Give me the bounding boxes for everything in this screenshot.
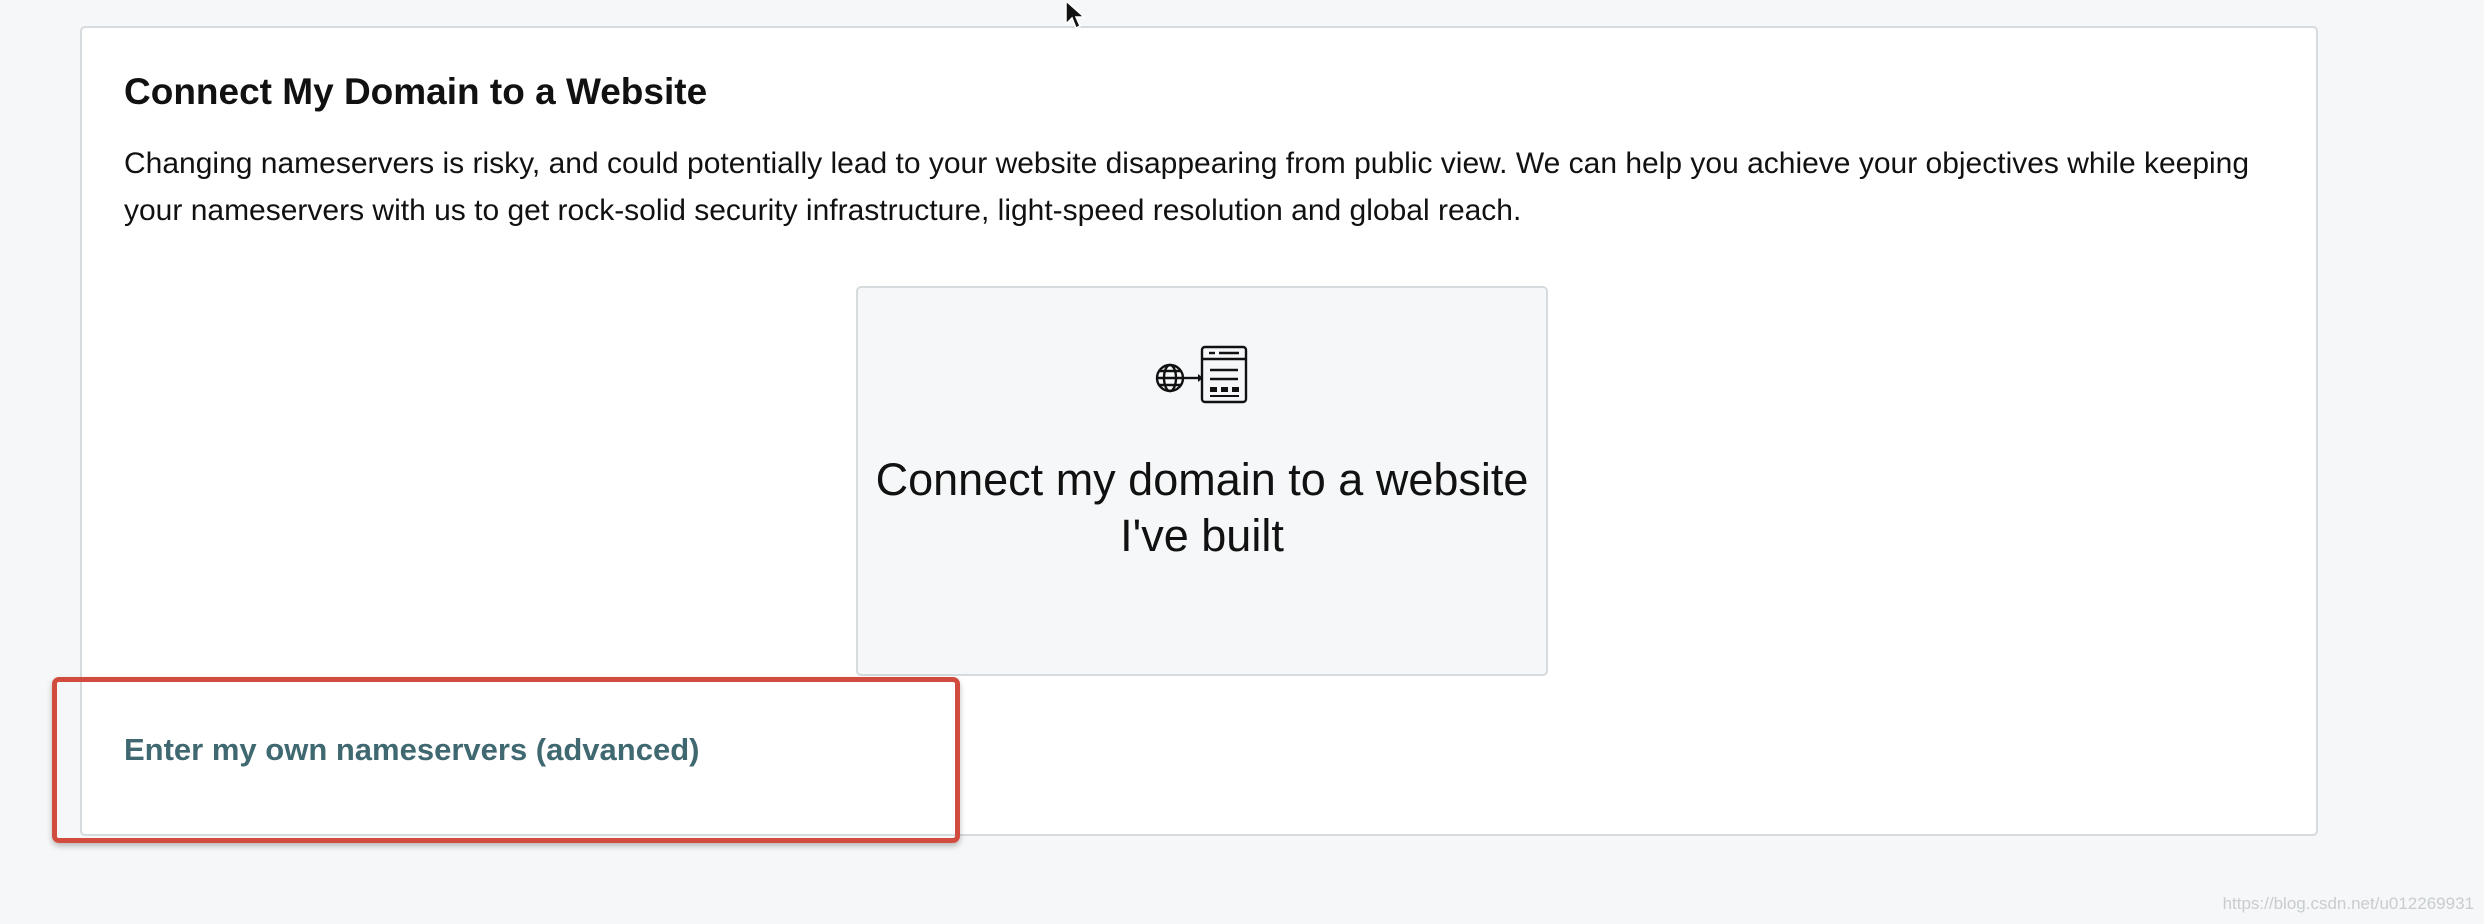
connect-website-option-card[interactable]: Connect my domain to a website I've buil… — [856, 286, 1548, 676]
globe-to-website-icon — [1155, 345, 1248, 404]
watermark-text: https://blog.csdn.net/u012269931 — [2222, 894, 2474, 913]
page-title: Connect My Domain to a Website — [124, 71, 708, 112]
highlight-annotation-box — [52, 677, 960, 843]
panel-description: Changing nameservers is risky, and could… — [124, 147, 2250, 227]
mouse-cursor-icon — [1065, 0, 1086, 30]
option-card-label: Connect my domain to a website I've buil… — [875, 454, 1529, 561]
